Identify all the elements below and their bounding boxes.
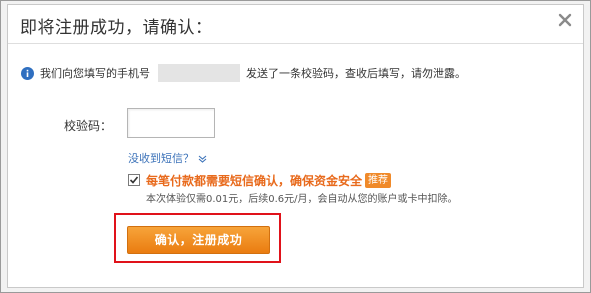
masked-phone-number [158, 64, 240, 82]
sms-confirm-checkbox[interactable] [128, 174, 140, 186]
close-icon[interactable] [555, 10, 575, 30]
dialog-header: 即将注册成功，请确认： [8, 5, 583, 44]
info-text-before: 我们向您填写的手机号 [40, 67, 150, 80]
screenshot-frame: 即将注册成功，请确认： 我们向您填写的手机号 发送了一条校验码，查收后填写，请勿… [0, 0, 591, 293]
confirm-register-button[interactable]: 确认，注册成功 [127, 226, 270, 254]
resend-sms-link[interactable]: 没收到短信？ [128, 150, 207, 166]
sms-confirm-title: 每笔付款都需要短信确认，确保资金安全 推荐 [146, 172, 392, 189]
info-message: 我们向您填写的手机号 发送了一条校验码，查收后填写，请勿泄露。 [21, 64, 466, 82]
sms-confirm-title-text: 每笔付款都需要短信确认，确保资金安全 [146, 174, 363, 188]
sms-fee-description: 本次体验仅需0.01元，后续0.6元/月，会自动从您的账户或卡中扣除。 [146, 194, 458, 205]
info-text-after: 发送了一条校验码，查收后填写，请勿泄露。 [246, 67, 466, 80]
dialog-title: 即将注册成功，请确认： [20, 18, 213, 38]
verification-code-label: 校验码： [64, 119, 113, 133]
chevron-down-icon [198, 155, 207, 163]
resend-sms-label: 没收到短信？ [128, 152, 194, 165]
verification-code-input[interactable] [127, 108, 215, 138]
checkmark-icon [129, 176, 139, 184]
register-confirm-dialog: 即将注册成功，请确认： 我们向您填写的手机号 发送了一条校验码，查收后填写，请勿… [7, 4, 584, 288]
info-icon [21, 66, 34, 80]
recommended-badge: 推荐 [365, 173, 392, 188]
